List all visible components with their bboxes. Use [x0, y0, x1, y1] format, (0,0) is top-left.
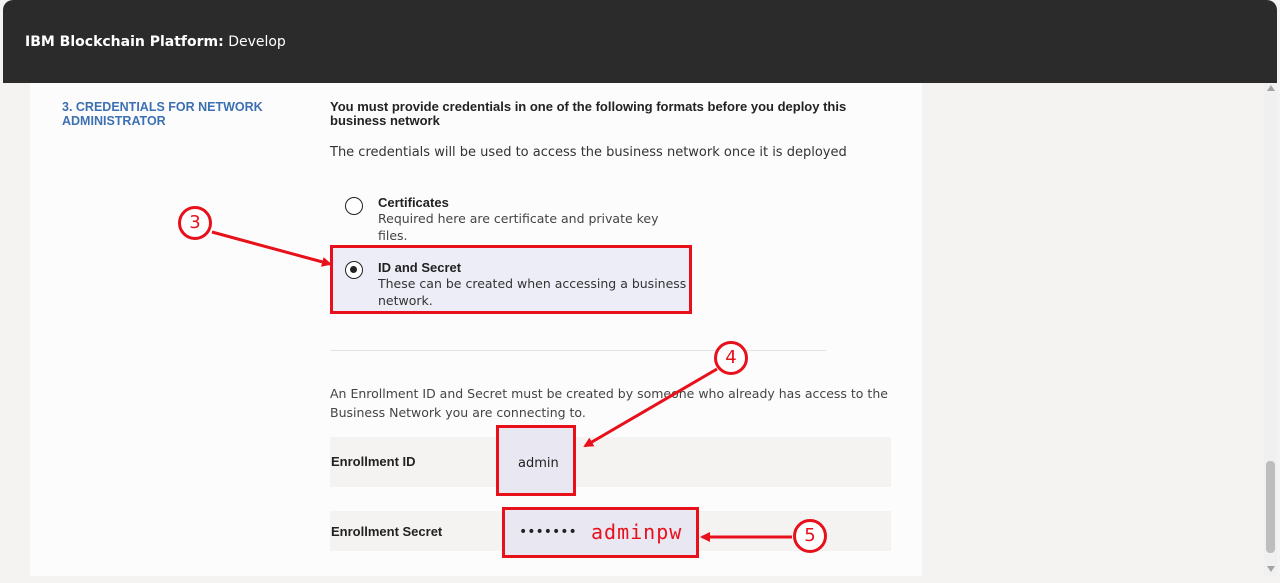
arrow-3 [211, 230, 332, 267]
callout-5: 5 [793, 519, 827, 553]
callout-4: 4 [714, 341, 748, 375]
callout-3: 3 [178, 206, 212, 240]
arrow-4 [583, 367, 718, 448]
annotation-arrows [211, 230, 792, 542]
